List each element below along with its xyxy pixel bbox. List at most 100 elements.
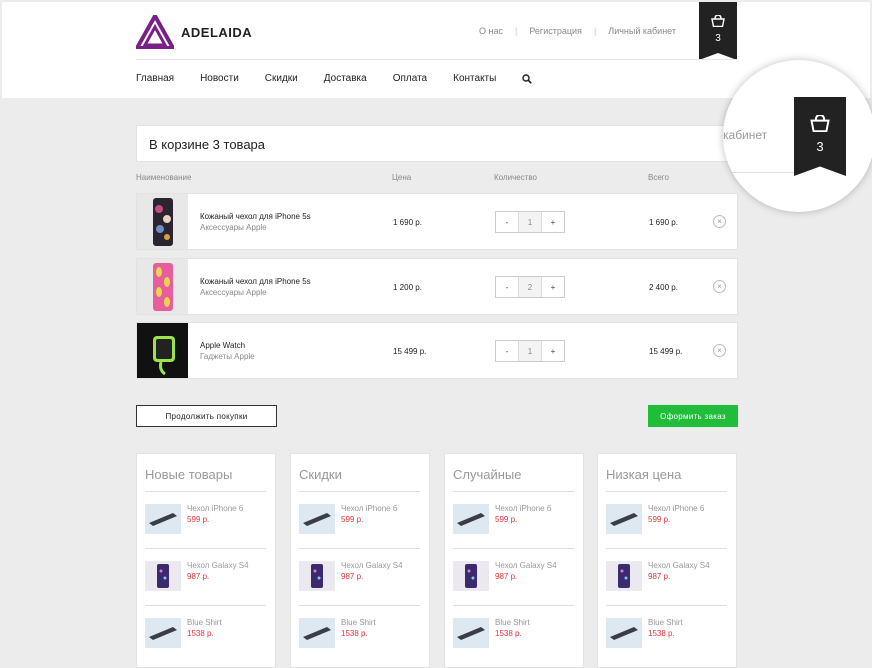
remove-icon[interactable]: × xyxy=(713,215,726,228)
cart-button[interactable]: 3 xyxy=(699,2,737,60)
zoomed-account-link: кабинет xyxy=(723,128,768,142)
increment-button[interactable]: + xyxy=(542,341,564,361)
search-icon[interactable] xyxy=(522,73,533,84)
increment-button[interactable]: + xyxy=(542,277,564,297)
panel-title: Низкая цена xyxy=(606,467,682,482)
remove-icon[interactable]: × xyxy=(713,280,726,293)
decrement-button[interactable]: - xyxy=(496,277,518,297)
checkout-button[interactable]: Оформить заказ xyxy=(648,405,738,427)
product-price: 1 200 р. xyxy=(393,283,422,292)
item-price: 1538 р. xyxy=(187,629,214,638)
divider xyxy=(299,605,420,606)
item-name: Чехол iPhone 6 xyxy=(648,504,705,513)
quantity-stepper: - 2 + xyxy=(495,276,565,298)
list-item[interactable]: Чехол Galaxy S4 987 р. xyxy=(606,555,727,595)
link-register[interactable]: Регистрация xyxy=(517,26,594,36)
column-header-name: Наименование xyxy=(136,173,192,182)
list-item[interactable]: Blue Shirt 1538 р. xyxy=(606,612,727,652)
divider xyxy=(606,548,727,549)
product-name[interactable]: Apple Watch xyxy=(200,341,245,350)
logo[interactable]: ADELAIDA xyxy=(136,15,252,49)
nav-home[interactable]: Главная xyxy=(136,73,174,84)
case-image xyxy=(299,561,335,591)
cart-count: 3 xyxy=(715,33,721,44)
product-image[interactable] xyxy=(137,323,188,378)
cart-count: 3 xyxy=(816,139,824,154)
list-item[interactable]: Чехол iPhone 6 599 р. xyxy=(145,498,266,538)
shopping-bag-icon xyxy=(794,114,846,137)
list-item[interactable]: Чехол iPhone 6 599 р. xyxy=(453,498,574,538)
item-name: Blue Shirt xyxy=(495,618,530,627)
divider xyxy=(299,491,420,492)
nav-delivery[interactable]: Доставка xyxy=(324,73,367,84)
increment-button[interactable]: + xyxy=(542,212,564,232)
product-panel-new: Новые товары Чехол iPhone 6 599 р. Чехол… xyxy=(136,453,276,668)
item-price: 599 р. xyxy=(648,515,671,524)
list-item[interactable]: Blue Shirt 1538 р. xyxy=(299,612,420,652)
product-image[interactable] xyxy=(137,194,188,249)
column-header-total: Всего xyxy=(648,173,669,182)
nav-payment[interactable]: Оплата xyxy=(393,73,427,84)
decrement-button[interactable]: - xyxy=(496,212,518,232)
item-name: Чехол iPhone 6 xyxy=(341,504,398,513)
nav-discounts[interactable]: Скидки xyxy=(265,73,298,84)
cart-title: В корзине 3 товара xyxy=(136,125,738,162)
link-about[interactable]: О нас xyxy=(467,26,515,36)
divider xyxy=(453,491,574,492)
column-header-qty: Количество xyxy=(494,173,537,182)
product-name[interactable]: Кожаный чехол для iPhone 5s xyxy=(200,277,311,286)
product-name[interactable]: Кожаный чехол для iPhone 5s xyxy=(200,212,311,221)
quantity-stepper: - 1 + xyxy=(495,340,565,362)
panel-title: Скидки xyxy=(299,467,342,482)
nav-news[interactable]: Новости xyxy=(200,73,239,84)
item-price: 599 р. xyxy=(341,515,364,524)
decrement-button[interactable]: - xyxy=(496,341,518,361)
continue-shopping-button[interactable]: Продолжить покупки xyxy=(136,405,277,427)
quantity-input[interactable]: 2 xyxy=(518,277,542,297)
case-image xyxy=(606,504,642,534)
divider xyxy=(606,491,727,492)
item-price: 599 р. xyxy=(495,515,518,524)
list-item[interactable]: Чехол iPhone 6 599 р. xyxy=(606,498,727,538)
case-image xyxy=(299,618,335,648)
product-category: Гаджеты Apple xyxy=(200,352,255,361)
item-name: Blue Shirt xyxy=(341,618,376,627)
divider xyxy=(145,605,266,606)
product-price: 1 690 р. xyxy=(393,218,422,227)
product-panel-random: Случайные Чехол iPhone 6 599 р. Чехол Ga… xyxy=(444,453,584,668)
divider xyxy=(145,491,266,492)
quantity-input[interactable]: 1 xyxy=(518,212,542,232)
top-links: О нас | Регистрация | Личный кабинет xyxy=(467,26,688,36)
list-item[interactable]: Чехол Galaxy S4 987 р. xyxy=(145,555,266,595)
item-price: 987 р. xyxy=(648,572,671,581)
divider xyxy=(723,172,803,173)
cart-row: Кожаный чехол для iPhone 5s Аксессуары A… xyxy=(136,258,738,315)
list-item[interactable]: Blue Shirt 1538 р. xyxy=(453,612,574,652)
cart-row: Apple Watch Гаджеты Apple 15 499 р. - 1 … xyxy=(136,322,738,379)
nav-contacts[interactable]: Контакты xyxy=(453,73,496,84)
quantity-input[interactable]: 1 xyxy=(518,341,542,361)
item-price: 1538 р. xyxy=(648,629,675,638)
item-price: 599 р. xyxy=(187,515,210,524)
logo-triangle-icon xyxy=(136,15,174,49)
item-name: Чехол iPhone 6 xyxy=(495,504,552,513)
site-header: ADELAIDA О нас | Регистрация | Личный ка… xyxy=(2,2,870,98)
divider xyxy=(145,548,266,549)
product-image[interactable] xyxy=(137,259,188,314)
case-image xyxy=(453,561,489,591)
link-account[interactable]: Личный кабинет xyxy=(596,26,688,36)
list-item[interactable]: Чехол Galaxy S4 987 р. xyxy=(299,555,420,595)
product-total: 15 499 р. xyxy=(649,347,683,356)
list-item[interactable]: Чехол Galaxy S4 987 р. xyxy=(453,555,574,595)
product-price: 15 499 р. xyxy=(393,347,427,356)
divider xyxy=(136,59,738,60)
item-name: Чехол iPhone 6 xyxy=(187,504,244,513)
product-panel-discounts: Скидки Чехол iPhone 6 599 р. Чехол Galax… xyxy=(290,453,430,668)
case-image xyxy=(299,504,335,534)
list-item[interactable]: Blue Shirt 1538 р. xyxy=(145,612,266,652)
remove-icon[interactable]: × xyxy=(713,344,726,357)
item-name: Чехол Galaxy S4 xyxy=(495,561,557,570)
list-item[interactable]: Чехол iPhone 6 599 р. xyxy=(299,498,420,538)
case-image xyxy=(453,618,489,648)
item-name: Чехол Galaxy S4 xyxy=(648,561,710,570)
